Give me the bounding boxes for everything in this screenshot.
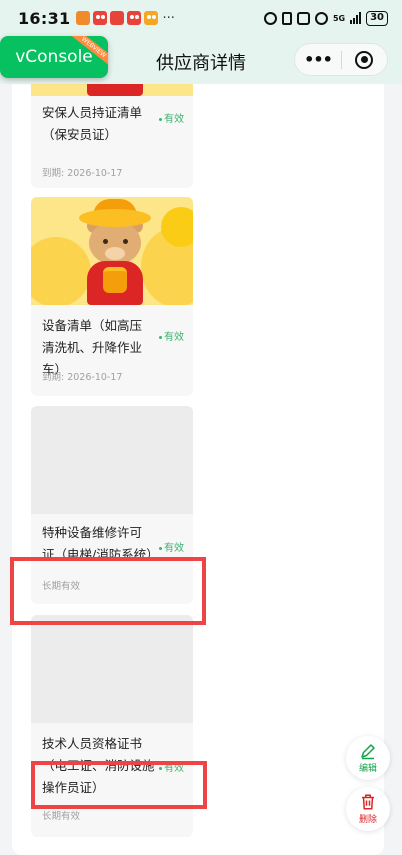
hotspot-icon — [314, 11, 328, 25]
more-button[interactable]: ••• — [295, 50, 341, 69]
weibo-icon — [127, 11, 142, 25]
app-notification-icon — [110, 11, 125, 25]
signal-icon — [350, 12, 362, 24]
document-card[interactable]: 安保人员持证清单（保安员证） 有效 到期: 2026-10-17 — [31, 84, 193, 188]
target-icon — [355, 50, 374, 69]
expiry-date: 到期: 2026-10-17 — [42, 372, 123, 383]
document-panel: 安保人员持证清单（保安员证） 有效 到期: 2026-10-17 设备清单（如高… — [12, 84, 384, 855]
expiry-date: 到期: 2026-10-17 — [42, 168, 123, 179]
vconsole-label: vConsole — [15, 47, 93, 67]
status-badge: 有效 — [159, 110, 184, 125]
content-area[interactable]: 安保人员持证清单（保安员证） 有效 到期: 2026-10-17 设备清单（如高… — [0, 84, 402, 855]
expiry-date: 长期有效 — [42, 811, 81, 822]
document-thumbnail[interactable] — [31, 84, 193, 96]
edit-label: 编辑 — [358, 764, 377, 774]
status-more-indicator: ··· — [162, 10, 175, 26]
status-badge: 有效 — [159, 539, 184, 554]
vconsole-button[interactable]: vConsole WEBVIEW — [0, 36, 108, 78]
document-thumbnail[interactable] — [31, 197, 193, 305]
vibrate-icon — [281, 11, 292, 25]
delete-button[interactable]: 删除 — [346, 787, 390, 831]
alarm-icon — [263, 11, 277, 25]
trash-icon — [362, 794, 374, 810]
notification-icons — [76, 11, 159, 25]
edit-button[interactable]: 编辑 — [346, 736, 390, 780]
pencil-icon — [361, 744, 375, 760]
mute-icon — [296, 11, 310, 25]
weibo-icon — [93, 11, 108, 25]
annotation-box — [10, 557, 206, 625]
battery-icon: 30 — [366, 10, 388, 26]
close-mini-program-button[interactable] — [342, 50, 387, 69]
annotation-box — [31, 761, 207, 809]
status-time: 16:31 — [18, 8, 71, 28]
app-notification-icon — [76, 11, 91, 25]
delete-label: 删除 — [358, 815, 377, 825]
document-thumbnail[interactable] — [31, 615, 193, 723]
status-badge: 有效 — [159, 328, 184, 343]
document-thumbnail[interactable] — [31, 406, 193, 514]
status-bar: 16:31 ··· 5G 30 — [0, 0, 402, 36]
document-card[interactable]: 设备清单（如高压清洗机、升降作业车） 有效 到期: 2026-10-17 — [31, 197, 193, 396]
system-indicators: 5G 30 — [263, 10, 388, 26]
document-title: 安保人员持证清单（保安员证） — [42, 105, 143, 142]
network-type: 5G — [332, 13, 346, 23]
mini-program-capsule: ••• — [294, 43, 388, 76]
document-title: 特种设备维修许可证（电梯/消防系统） — [42, 525, 154, 558]
weibo-icon — [144, 11, 159, 25]
